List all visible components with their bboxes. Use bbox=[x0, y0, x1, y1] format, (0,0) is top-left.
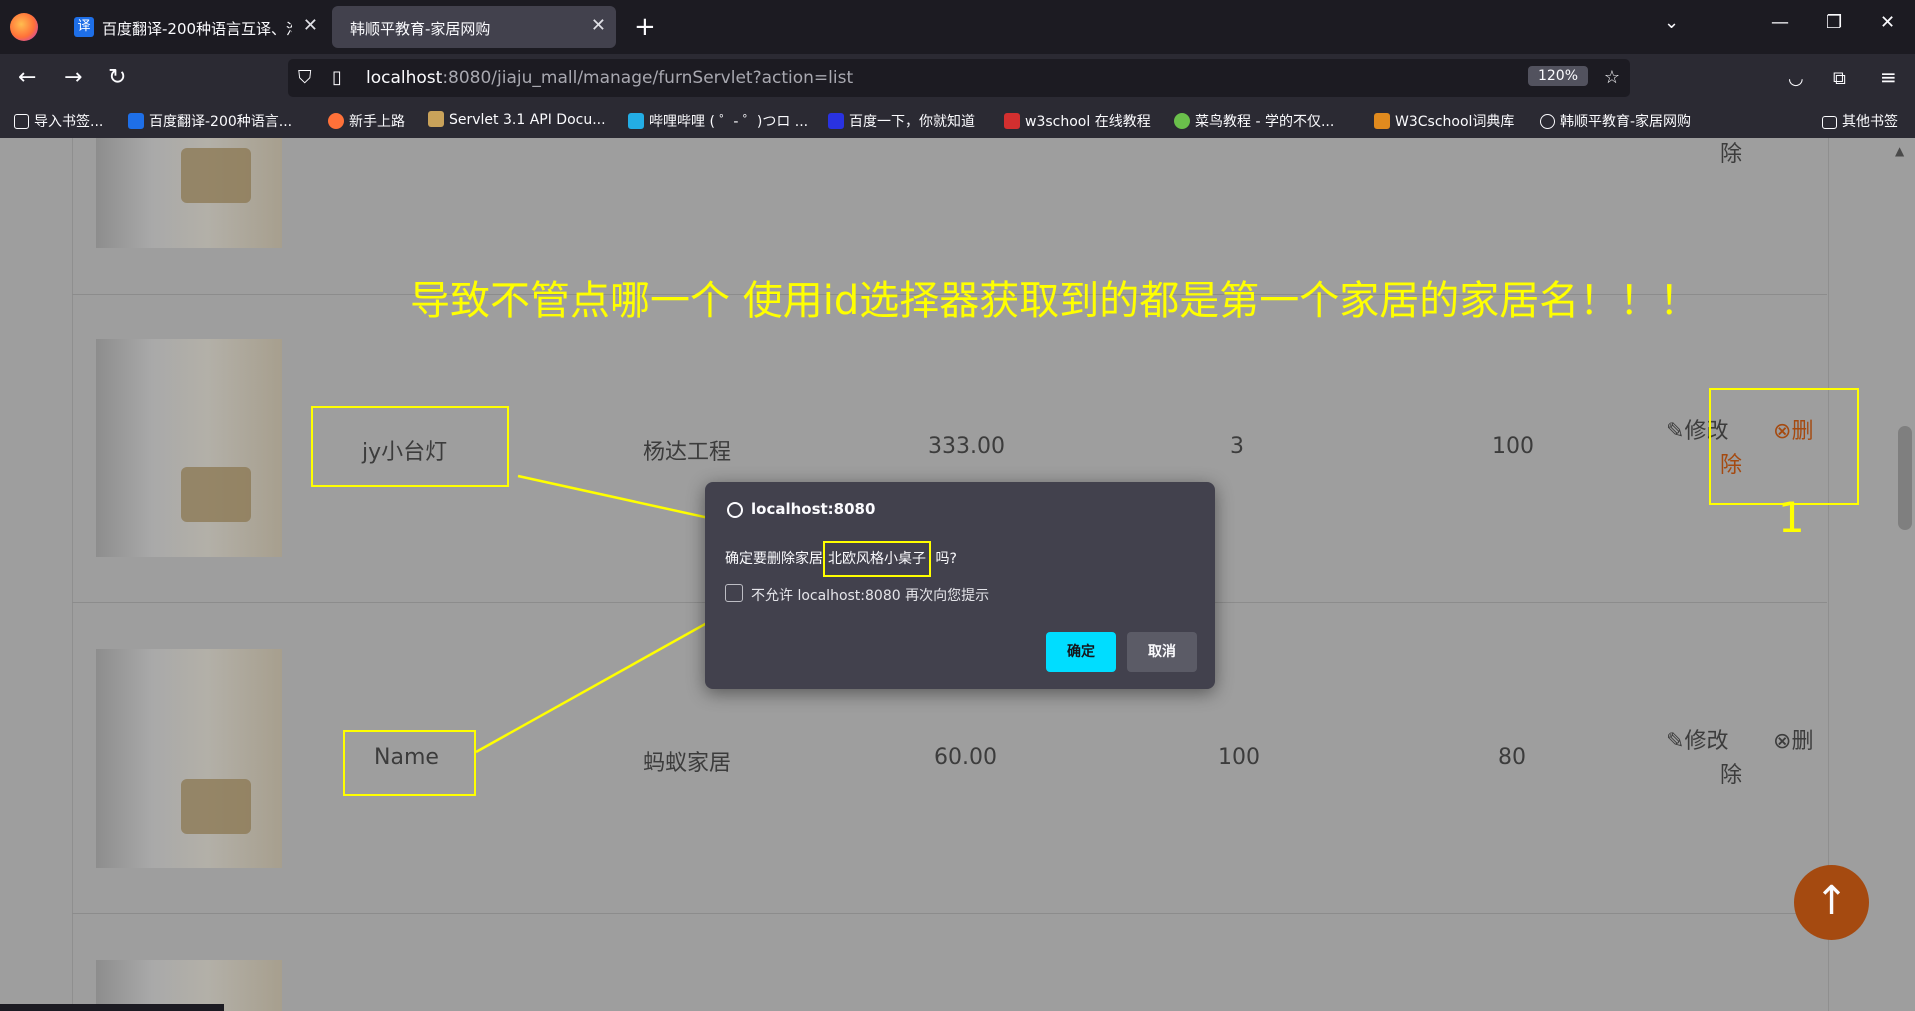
restore-icon[interactable]: ❐ bbox=[1826, 12, 1842, 33]
bookmark-getting-started[interactable]: 新手上路 bbox=[328, 111, 405, 131]
circle-x-icon: ⊗ bbox=[1773, 729, 1792, 754]
address-bar[interactable]: ⛉ ▯ localhost:8080/jiaju_mall/manage/fur… bbox=[288, 59, 1630, 97]
runoob-icon bbox=[1174, 113, 1190, 129]
delete-link-wrap[interactable]: 除 bbox=[1720, 759, 1742, 793]
baidu-paw-icon bbox=[828, 113, 844, 129]
bookmark-jiaju-mall[interactable]: 韩顺平教育-家居网购 bbox=[1540, 111, 1691, 131]
tab-title: 百度翻译-200种语言互译、沟通 bbox=[102, 20, 292, 38]
page-content: 除 jy小台灯 杨达工程 333.00 3 100 ✎修改 ⊗删 除 Name … bbox=[0, 138, 1915, 1011]
status-bar bbox=[0, 1004, 224, 1011]
product-stock: 100 bbox=[1492, 434, 1534, 459]
bookmark-servlet-api[interactable]: Servlet 3.1 API Docu... bbox=[428, 111, 606, 128]
bookmark-import[interactable]: 导入书签... bbox=[14, 111, 103, 131]
delete-link-tail[interactable]: 除 bbox=[1720, 138, 1742, 172]
bookmark-bilibili[interactable]: 哔哩哔哩 ( ゜- ゜)つロ ... bbox=[628, 111, 808, 131]
product-stock: 80 bbox=[1498, 745, 1526, 770]
product-image bbox=[96, 649, 282, 868]
pencil-icon: ✎ bbox=[1666, 729, 1685, 754]
extensions-icon[interactable]: ⧉ bbox=[1833, 68, 1846, 89]
zoom-level[interactable]: 120% bbox=[1527, 66, 1588, 86]
arrow-up-icon: ↑ bbox=[1814, 878, 1849, 924]
product-maker: 蚂蚁家居 bbox=[643, 751, 732, 776]
product-maker: 杨达工程 bbox=[643, 440, 732, 465]
translate-icon: 译 bbox=[74, 17, 94, 37]
url-text[interactable]: localhost:8080/jiaju_mall/manage/furnSer… bbox=[366, 68, 853, 88]
row-divider bbox=[72, 913, 1827, 914]
annotation-number-1: 1 bbox=[1778, 493, 1805, 542]
globe-icon bbox=[1540, 114, 1555, 129]
w3school-icon bbox=[1004, 113, 1020, 129]
tab-baidu-translate[interactable]: 译 百度翻译-200种语言互译、沟通 ✕ bbox=[60, 6, 328, 48]
tab-title: 韩顺平教育-家居网购 bbox=[350, 20, 491, 38]
star-icon[interactable]: ☆ bbox=[1604, 67, 1620, 88]
edit-link[interactable]: ✎修改 bbox=[1666, 725, 1728, 759]
product-image bbox=[96, 339, 282, 557]
bookmarks-bar: 导入书签... 百度翻译-200种语言... 新手上路 Servlet 3.1 … bbox=[0, 104, 1915, 138]
scroll-up-arrow-icon[interactable]: ▲ bbox=[1895, 144, 1904, 158]
import-icon bbox=[14, 114, 29, 129]
bookmark-w3cschool[interactable]: W3Cschool词典库 bbox=[1374, 111, 1514, 131]
bookmark-baidu-translate[interactable]: 百度翻译-200种语言... bbox=[128, 111, 292, 131]
annotation-box-name-2 bbox=[343, 730, 476, 796]
annotation-box-name-1 bbox=[311, 406, 509, 487]
product-price: 333.00 bbox=[928, 434, 1005, 459]
firefox-logo-icon[interactable] bbox=[10, 13, 38, 41]
cancel-button[interactable]: 取消 bbox=[1127, 632, 1197, 672]
dialog-origin: localhost:8080 bbox=[751, 500, 876, 518]
translate-icon bbox=[128, 113, 144, 129]
highlighted-furniture-name: 北欧风格小桌子 bbox=[823, 541, 931, 577]
back-to-top-button[interactable]: ↑ bbox=[1794, 865, 1869, 940]
dont-allow-label: 不允许 localhost:8080 再次向您提示 bbox=[751, 588, 990, 604]
reload-icon[interactable]: ↻ bbox=[108, 65, 126, 90]
close-icon[interactable]: ✕ bbox=[591, 15, 606, 36]
tab-bar: 译 百度翻译-200种语言互译、沟通 ✕ 韩顺平教育-家居网购 ✕ + ⌄ — … bbox=[0, 0, 1915, 54]
folder-icon bbox=[1822, 116, 1837, 129]
back-arrow-icon[interactable]: ← bbox=[18, 65, 36, 90]
w3cschool-icon bbox=[1374, 113, 1390, 129]
page-icon[interactable]: ▯ bbox=[332, 67, 342, 88]
tab-jiaju-mall[interactable]: 韩顺平教育-家居网购 ✕ bbox=[332, 6, 616, 48]
bilibili-icon bbox=[628, 113, 644, 129]
delete-link[interactable]: ⊗删 bbox=[1773, 725, 1813, 759]
bookmark-w3school[interactable]: w3school 在线教程 bbox=[1004, 111, 1151, 131]
product-image bbox=[96, 138, 282, 248]
dont-allow-checkbox[interactable] bbox=[725, 584, 743, 602]
shield-icon[interactable]: ⛉ bbox=[298, 67, 312, 88]
annotation-box-delete bbox=[1709, 388, 1859, 505]
chevron-down-icon[interactable]: ⌄ bbox=[1664, 12, 1679, 33]
minimize-icon[interactable]: — bbox=[1771, 12, 1789, 33]
close-icon[interactable]: ✕ bbox=[303, 15, 318, 36]
navigation-bar: ← → ↻ ⛉ ▯ localhost:8080/jiaju_mall/mana… bbox=[0, 54, 1915, 104]
annotation-headline: 导致不管点哪一个 使用id选择器获取到的都是第一个家居的家居名！！！ bbox=[410, 278, 1700, 324]
product-sales: 100 bbox=[1218, 745, 1260, 770]
bookmark-baidu[interactable]: 百度一下，你就知道 bbox=[828, 111, 975, 131]
forward-arrow-icon[interactable]: → bbox=[64, 65, 82, 90]
menu-icon[interactable]: ≡ bbox=[1880, 65, 1897, 89]
product-sales: 3 bbox=[1230, 434, 1244, 459]
bookmark-other[interactable]: 其他书签 bbox=[1822, 111, 1898, 131]
dialog-message: 确定要删除家居 北欧风格小桌子 吗? bbox=[725, 541, 957, 577]
close-window-icon[interactable]: ✕ bbox=[1880, 12, 1895, 33]
globe-icon bbox=[727, 502, 743, 518]
pocket-icon[interactable]: ◡ bbox=[1788, 68, 1804, 89]
scrollbar-thumb[interactable] bbox=[1898, 426, 1912, 530]
pencil-icon: ✎ bbox=[1666, 419, 1685, 444]
product-price: 60.00 bbox=[934, 745, 997, 770]
firefox-icon bbox=[328, 113, 344, 129]
bookmark-runoob[interactable]: 菜鸟教程 - 学的不仅... bbox=[1174, 111, 1334, 131]
coffee-icon bbox=[428, 111, 444, 127]
new-tab-button[interactable]: + bbox=[634, 12, 656, 42]
confirm-dialog: localhost:8080 确定要删除家居 北欧风格小桌子 吗? 不允许 loc… bbox=[705, 482, 1215, 689]
ok-button[interactable]: 确定 bbox=[1046, 632, 1116, 672]
